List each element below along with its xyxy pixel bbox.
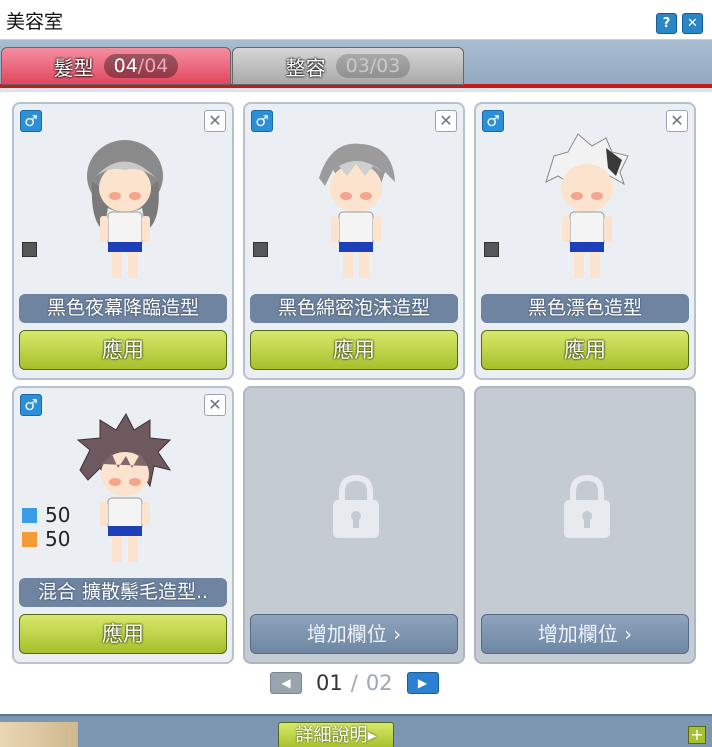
lock-icon (564, 474, 610, 538)
remove-icon[interactable]: ✕ (435, 110, 457, 132)
title-bar: 美容室 ? ✕ (0, 0, 712, 40)
style-name: 混合 擴散鬃毛造型.. (19, 578, 227, 607)
locked-slot-6: 增加欄位 › (474, 386, 696, 664)
apply-button[interactable]: 應用 (19, 614, 227, 654)
tab-hair[interactable]: 髮型 04/04 (1, 47, 231, 85)
prev-page-button[interactable]: ◀ (270, 672, 302, 694)
locked-slot-5: 增加欄位 › (243, 386, 465, 664)
male-icon: ♂ (482, 110, 504, 132)
total-pages: 02 (365, 671, 393, 695)
mix-ratio: 50 50 (22, 503, 70, 551)
apply-button[interactable]: 應用 (481, 330, 689, 370)
tab-hair-label: 髮型 (53, 55, 94, 80)
remove-icon[interactable]: ✕ (666, 110, 688, 132)
tab-hair-count: 04/04 (103, 54, 179, 78)
expand-icon[interactable]: + (688, 726, 706, 744)
apply-button[interactable]: 應用 (19, 330, 227, 370)
secondary-color-swatch (22, 531, 37, 547)
remove-icon[interactable]: ✕ (204, 394, 226, 416)
footer-artwork (0, 722, 78, 747)
style-name: 黑色綿密泡沫造型 (250, 294, 458, 323)
hair-color-swatch (253, 242, 268, 257)
avatar-preview (545, 133, 629, 278)
add-slot-button[interactable]: 增加欄位 › (250, 614, 458, 654)
add-slot-button[interactable]: 增加欄位 › (481, 614, 689, 654)
male-icon: ♂ (20, 394, 42, 416)
secondary-ratio: 50 (45, 527, 71, 551)
remove-icon[interactable]: ✕ (204, 110, 226, 132)
primary-ratio: 50 (45, 503, 71, 527)
male-icon: ♂ (251, 110, 273, 132)
detail-button[interactable]: 詳細說明▸ (278, 722, 394, 747)
help-icon[interactable]: ? (656, 13, 677, 34)
tab-face-label: 整容 (285, 55, 326, 80)
avatar-preview (87, 140, 163, 278)
pagination: ◀ 01 / 02 ▶ (270, 670, 439, 696)
apply-button[interactable]: 應用 (250, 330, 458, 370)
current-page: 01 (316, 671, 343, 695)
tab-bar: 髮型 04/04 整容 03/03 (0, 40, 712, 88)
slot-grid: ♂ ✕ 黑色夜幕降臨造型 應用 ♂ ✕ 黑色綿密泡沫造型 應用 ♂ ✕ 黑色漂色… (0, 92, 712, 714)
style-name: 黑色漂色造型 (481, 294, 689, 323)
next-page-button[interactable]: ▶ (406, 672, 439, 694)
avatar-preview (319, 143, 395, 278)
avatar-preview (76, 412, 172, 562)
lock-icon (333, 474, 379, 538)
hair-color-swatch (22, 242, 37, 257)
style-slot-3[interactable]: ♂ ✕ 黑色漂色造型 應用 (474, 102, 696, 380)
close-window-icon[interactable]: ✕ (682, 13, 703, 34)
male-icon: ♂ (20, 110, 42, 132)
style-slot-1[interactable]: ♂ ✕ 黑色夜幕降臨造型 應用 (12, 102, 234, 380)
page-separator: / (350, 671, 358, 695)
footer-bar: 詳細說明▸ + (0, 714, 712, 747)
style-name: 黑色夜幕降臨造型 (19, 294, 227, 323)
window-title: 美容室 (6, 11, 64, 33)
style-slot-4[interactable]: ♂ ✕ 50 50 混合 擴散鬃毛造型.. 應用 (12, 386, 234, 664)
style-slot-2[interactable]: ♂ ✕ 黑色綿密泡沫造型 應用 (243, 102, 465, 380)
primary-color-swatch (22, 507, 37, 523)
tab-face[interactable]: 整容 03/03 (232, 47, 464, 85)
tab-face-count: 03/03 (335, 54, 411, 78)
hair-color-swatch (484, 242, 499, 257)
